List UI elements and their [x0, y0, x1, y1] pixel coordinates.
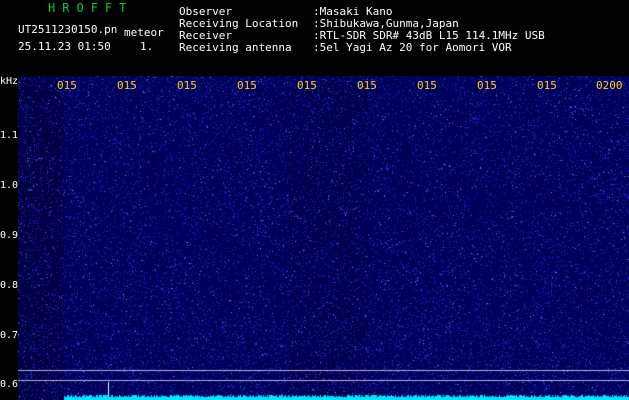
station-info: Observer:Masaki Kano Receiving Location:…: [179, 6, 545, 54]
time-tick-label: 015: [117, 79, 137, 92]
unit-label: kHz: [0, 76, 19, 87]
time-tick-label: 015: [357, 79, 377, 92]
y-tick-label: 0.8: [0, 280, 19, 291]
app-title: HROFFT: [48, 1, 134, 15]
y-tick-label: 1.0: [0, 180, 19, 191]
antenna-label: Receiving antenna: [179, 41, 292, 54]
y-tick-label: 0.7: [0, 330, 19, 341]
y-tick-label: 0.9: [0, 230, 19, 241]
time-tick-label: 015: [537, 79, 557, 92]
spectrogram-canvas: [18, 76, 629, 400]
y-tick-label: 1.1: [0, 130, 19, 141]
time-tick-label: 015: [177, 79, 197, 92]
count-label: 1.: [140, 40, 154, 53]
time-tick-label: 015: [57, 79, 77, 92]
datetime-label: 25.11.23 01:50: [18, 40, 111, 53]
time-tick-label: 015: [477, 79, 497, 92]
header-panel: HROFFT UT2511230150.pn meteor 25.11.23 0…: [0, 0, 629, 76]
time-tick-label: 015: [237, 79, 257, 92]
filename-label: UT2511230150.pn: [18, 23, 118, 36]
spectrogram-panel: kHz 1.1 1.0 0.9 0.8 0.7 0.6 015 015 015 015 015 01…: [0, 76, 629, 400]
time-tick-label: 0200: [596, 79, 623, 92]
mode-label: meteor: [124, 26, 164, 39]
y-tick-label: 0.6: [0, 379, 19, 390]
time-tick-label: 015: [297, 79, 317, 92]
antenna-value: :5el Yagi Az 20 for Aomori VOR: [313, 41, 512, 54]
time-tick-label: 015: [417, 79, 437, 92]
